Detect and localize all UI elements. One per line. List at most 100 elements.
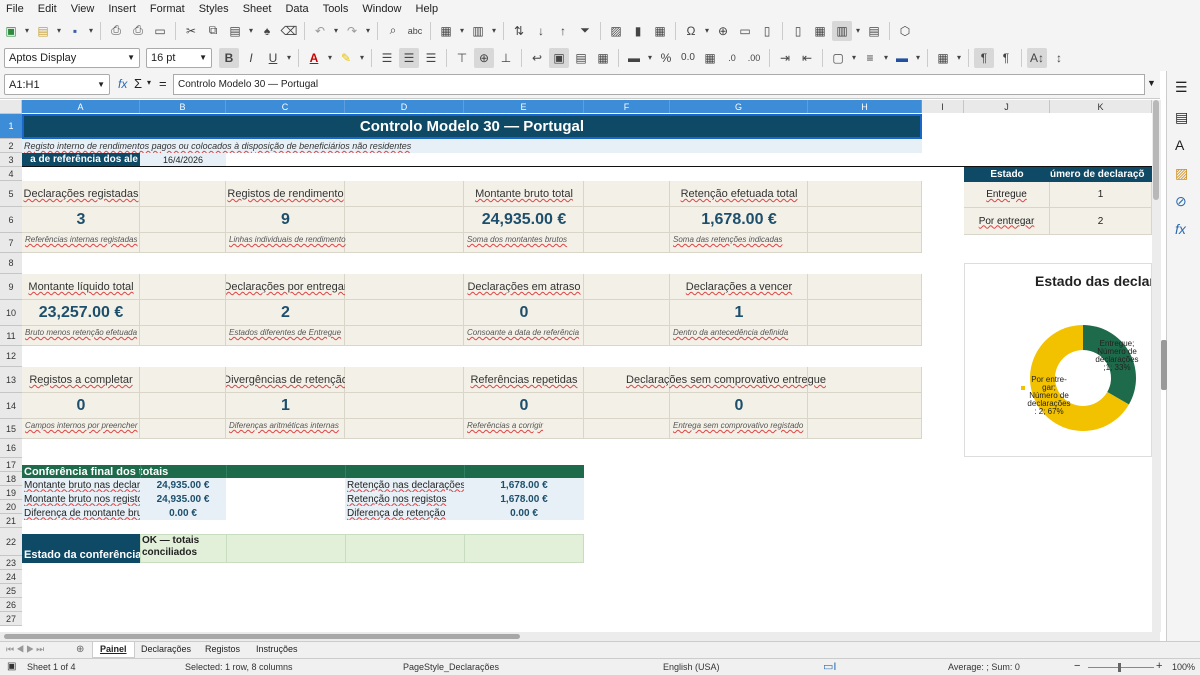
kpi-value-10[interactable]: 1	[226, 393, 345, 419]
border-color-dropdown-icon[interactable]: ▾	[914, 48, 922, 68]
kpi-bg-cell[interactable]	[345, 367, 464, 393]
menu-styles[interactable]: Styles	[199, 3, 229, 15]
row-header-23[interactable]: 23	[0, 556, 22, 570]
merge-center-icon[interactable]: ▣	[549, 47, 569, 68]
selection-mode-icon[interactable]: ▭I	[823, 660, 836, 673]
conf-left-value-1[interactable]: 24,935.00 €	[140, 478, 226, 492]
conditional-format-icon[interactable]: ▦	[933, 48, 953, 68]
zoom-in-icon[interactable]: +	[1156, 660, 1162, 672]
border-style-dropdown-icon[interactable]: ▾	[882, 48, 890, 68]
conf-left-value-2[interactable]: 24,935.00 €	[140, 492, 226, 506]
kpi-bg-cell[interactable]	[140, 419, 226, 439]
merge-cells-icon[interactable]: ▤	[571, 48, 591, 68]
special-character-dropdown-icon[interactable]: ▾	[703, 21, 711, 41]
font-size-box[interactable]: 16 pt ▼	[146, 47, 212, 68]
kpi-bg-cell[interactable]	[808, 233, 922, 253]
kpi-value-1[interactable]: 3	[22, 207, 140, 233]
redo-icon[interactable]: ↷	[342, 21, 362, 41]
sum-icon[interactable]: Σ	[134, 76, 142, 91]
kpi-value-4[interactable]: 1,678.00 €	[670, 207, 808, 233]
row-header-3[interactable]: 3	[0, 153, 22, 167]
kpi-bg-cell[interactable]	[140, 367, 226, 393]
kpi-bg-cell[interactable]	[140, 181, 226, 207]
chart-icon[interactable]: ▮	[628, 21, 648, 41]
freeze-rows-columns-icon[interactable]: ▦	[810, 21, 830, 41]
row-header-12[interactable]: 12	[0, 346, 22, 367]
tab-registos[interactable]: Registos	[205, 644, 240, 654]
row-header-19[interactable]: 19	[0, 486, 22, 500]
menu-view[interactable]: View	[71, 3, 95, 15]
conf-right-value-2[interactable]: 1,678.00 €	[464, 492, 584, 506]
vertical-scrollbar-track[interactable]	[1152, 100, 1161, 632]
find-replace-icon[interactable]: ⌕	[383, 21, 403, 41]
column-header-b[interactable]: B	[140, 100, 226, 113]
hamburger-menu-icon[interactable]: ☰	[1175, 79, 1188, 96]
kpi-bg-cell[interactable]	[140, 233, 226, 253]
kpi-bg-cell[interactable]	[808, 207, 922, 233]
column-header-g[interactable]: G	[670, 100, 808, 113]
align-middle-icon[interactable]: ⊕	[474, 47, 494, 68]
kpi-bg-cell[interactable]	[584, 181, 670, 207]
menu-file[interactable]: File	[6, 3, 24, 15]
menu-window[interactable]: Window	[362, 3, 401, 15]
row-header-4[interactable]: 4	[0, 167, 22, 181]
kpi-bg-cell[interactable]	[584, 419, 670, 439]
row-header-16[interactable]: 16	[0, 439, 22, 458]
conf-right-value-1[interactable]: 1,678.00 €	[464, 478, 584, 492]
special-character-icon[interactable]: Ω	[681, 21, 701, 41]
headers-footers-icon[interactable]: ▯	[757, 21, 777, 41]
redo-dropdown-icon[interactable]: ▾	[364, 21, 372, 41]
row-header-9[interactable]: 9	[0, 274, 22, 300]
paste-dropdown-icon[interactable]: ▾	[247, 21, 255, 41]
page-title[interactable]: Controlo Modelo 30 — Portugal	[22, 114, 922, 139]
kpi-bg-cell[interactable]	[140, 274, 226, 300]
chart-container[interactable]: Estado das declara Entregue; Número de dec…	[964, 263, 1152, 457]
autofilter-icon[interactable]: ⏷	[575, 21, 595, 41]
split-window-icon[interactable]: ▤	[864, 21, 884, 41]
italic-icon[interactable]: I	[241, 48, 261, 68]
row-icon[interactable]: ▦	[436, 21, 456, 41]
copy-icon[interactable]: ⧉	[203, 21, 223, 41]
freeze-dropdown-icon[interactable]: ▥	[832, 20, 852, 41]
zoom-slider[interactable]	[1088, 667, 1154, 668]
undo-dropdown-icon[interactable]: ▾	[332, 21, 340, 41]
add-sheet-icon[interactable]: ⊕	[76, 644, 84, 655]
name-box[interactable]: A1:H1 ▼	[4, 74, 110, 95]
kpi-bg-cell[interactable]	[140, 326, 226, 346]
kpi-bg-cell[interactable]	[345, 419, 464, 439]
kpi-value-3[interactable]: 24,935.00 €	[464, 207, 584, 233]
percent-format-icon[interactable]: %	[656, 48, 676, 68]
unmerge-cells-icon[interactable]: ▦	[593, 48, 613, 68]
sort-ascending-icon[interactable]: ↓	[531, 21, 551, 41]
column-header-h[interactable]: H	[808, 100, 922, 113]
kpi-bg-cell[interactable]	[584, 393, 670, 419]
kpi-bg-cell[interactable]	[345, 393, 464, 419]
kpi-value-6[interactable]: 2	[226, 300, 345, 326]
cut-icon[interactable]: ✂	[181, 21, 201, 41]
conf-right-value-3[interactable]: 0.00 €	[464, 506, 584, 520]
wrap-text-icon[interactable]: ↩	[527, 48, 547, 68]
spelling-icon[interactable]: abc	[405, 21, 425, 41]
kpi-bg-cell[interactable]	[584, 326, 670, 346]
column-header-a[interactable]: A	[22, 100, 140, 113]
export-pdf-icon[interactable]: ⎙	[106, 21, 126, 41]
horizontal-scrollbar-thumb[interactable]	[4, 634, 520, 639]
gallery-icon[interactable]: ▨	[1175, 165, 1188, 182]
kpi-value-12[interactable]: 0	[670, 393, 808, 419]
print-preview-icon[interactable]: ▭	[150, 21, 170, 41]
status-row-2-estado[interactable]: Por entregar	[964, 208, 1050, 235]
row-header-10[interactable]: 10	[0, 300, 22, 326]
kpi-value-5[interactable]: 23,257.00 €	[22, 300, 140, 326]
styles-icon[interactable]: A	[1175, 137, 1184, 153]
sort-icon[interactable]: ⇅	[509, 21, 529, 41]
zoom-out-icon[interactable]: −	[1074, 660, 1080, 672]
row-header-7[interactable]: 7	[0, 233, 22, 253]
kpi-bg-cell[interactable]	[345, 181, 464, 207]
status-row-2-count[interactable]: 2	[1050, 208, 1152, 235]
column-header-f[interactable]: F	[584, 100, 670, 113]
undo-icon[interactable]: ↶	[310, 21, 330, 41]
decrease-indent-icon[interactable]: ⇤	[797, 48, 817, 68]
conditional-dropdown-icon[interactable]: ▾	[955, 48, 963, 68]
vertical-text-icon[interactable]: A↕	[1027, 47, 1047, 68]
row-header-27[interactable]: 27	[0, 612, 22, 626]
